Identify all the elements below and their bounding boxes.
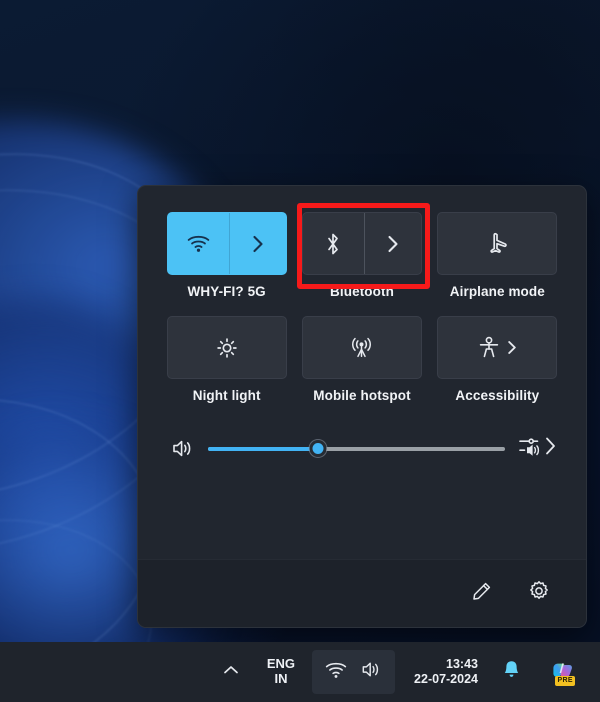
tile-row-spacer: [166, 299, 558, 316]
volume-slider-thumb[interactable]: [309, 440, 327, 457]
brightness-sun-icon: [215, 336, 239, 360]
accessibility-person-icon: [478, 336, 500, 359]
gear-settings-icon: [528, 580, 550, 607]
language-indicator[interactable]: ENG IN: [259, 650, 303, 694]
copilot-preview-badge: PRE: [555, 676, 576, 686]
language-line-1: ENG: [266, 656, 296, 672]
quick-settings-tile-grid-2: Night light Mobile hotspot Accessibility: [166, 316, 558, 403]
mobile-hotspot-toggle-button[interactable]: [303, 317, 421, 378]
accessibility-open-button[interactable]: [438, 317, 556, 378]
chevron-right-icon: [507, 340, 517, 355]
tile-cell-airplane-mode: Airplane mode: [437, 212, 558, 299]
wifi-toggle-button[interactable]: [168, 213, 230, 274]
pencil-edit-icon: [471, 581, 492, 607]
quick-setting-label-bluetooth: Bluetooth: [330, 284, 394, 299]
bluetooth-icon: [325, 232, 341, 256]
copilot-button[interactable]: PRE: [536, 650, 590, 694]
speaker-volume-icon[interactable]: [167, 438, 197, 459]
night-light-toggle-button[interactable]: [168, 317, 286, 378]
volume-control-row: [166, 435, 558, 462]
quick-settings-body: WHY-FI? 5G Bluetooth Airplane mode Night…: [138, 186, 586, 462]
quick-setting-label-accessibility: Accessibility: [455, 388, 540, 403]
quick-setting-night-light[interactable]: [166, 316, 287, 379]
language-line-2: IN: [274, 671, 288, 686]
quick-settings-panel: WHY-FI? 5G Bluetooth Airplane mode Night…: [137, 185, 587, 628]
chevron-up-icon: [223, 663, 239, 681]
wifi-icon: [325, 661, 347, 684]
quick-setting-accessibility[interactable]: [437, 316, 558, 379]
bell-notification-icon: [502, 659, 521, 685]
tile-cell-accessibility: Accessibility: [437, 316, 558, 403]
open-settings-button[interactable]: [522, 577, 556, 611]
edit-quick-settings-button[interactable]: [464, 577, 498, 611]
volume-slider[interactable]: [208, 439, 505, 459]
quick-setting-wifi[interactable]: [166, 212, 287, 275]
bluetooth-expand-button[interactable]: [365, 213, 421, 274]
clock-and-date[interactable]: 13:43 22-07-2024: [408, 650, 484, 694]
chevron-right-icon: [387, 235, 399, 253]
chevron-right-icon: [544, 436, 557, 461]
quick-setting-label-night-light: Night light: [192, 388, 261, 403]
volume-slider-fill: [208, 446, 318, 451]
clock-date: 22-07-2024: [414, 672, 478, 686]
airplane-icon: [485, 232, 509, 256]
clock-time: 13:43: [446, 657, 478, 671]
quick-settings-tile-grid: WHY-FI? 5G Bluetooth Airplane mode: [166, 212, 558, 299]
quick-setting-bluetooth[interactable]: [301, 212, 422, 275]
desktop-screen: WHY-FI? 5G Bluetooth Airplane mode Night…: [0, 0, 600, 702]
copilot-icon: PRE: [550, 659, 576, 686]
quick-setting-label-wifi: WHY-FI? 5G: [187, 284, 266, 299]
audio-output-selector[interactable]: [518, 435, 557, 462]
hotspot-tower-icon: [349, 336, 374, 360]
tile-cell-night-light: Night light: [166, 316, 287, 403]
quick-setting-airplane-mode[interactable]: [437, 212, 558, 275]
taskbar: ENG IN 13:43 22-07-2024 PRE: [0, 642, 600, 702]
wifi-icon: [187, 234, 210, 253]
chevron-right-icon: [252, 235, 264, 253]
system-tray-quick-settings-button[interactable]: [312, 650, 396, 694]
tile-cell-bluetooth: Bluetooth: [301, 212, 422, 299]
quick-setting-mobile-hotspot[interactable]: [301, 316, 422, 379]
notifications-button[interactable]: [488, 650, 534, 694]
tile-cell-wifi: WHY-FI? 5G: [166, 212, 287, 299]
speaker-volume-icon: [360, 660, 382, 684]
quick-settings-footer: [138, 559, 586, 627]
quick-setting-label-airplane-mode: Airplane mode: [449, 284, 545, 299]
wifi-expand-button[interactable]: [230, 213, 286, 274]
tile-cell-mobile-hotspot: Mobile hotspot: [301, 316, 422, 403]
show-hidden-icons-button[interactable]: [207, 650, 255, 694]
airplane-mode-toggle-button[interactable]: [438, 213, 556, 274]
audio-output-settings-icon: [518, 435, 542, 462]
quick-setting-label-mobile-hotspot: Mobile hotspot: [313, 388, 411, 403]
bluetooth-toggle-button[interactable]: [303, 213, 365, 274]
